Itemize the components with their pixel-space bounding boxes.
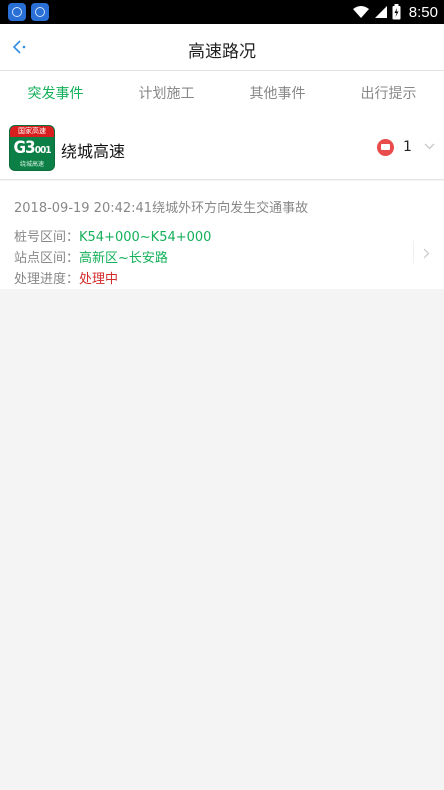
- chevron-down-icon[interactable]: [424, 143, 435, 150]
- chevron-right-icon[interactable]: [423, 248, 430, 259]
- app-header: 高速路况: [0, 24, 444, 71]
- progress-value: 处理中: [79, 272, 119, 287]
- station-label: 站点区间：: [14, 251, 80, 266]
- progress-label: 处理进度：: [14, 272, 80, 287]
- highway-shield-icon: 国家高速 G3001 绕城高速: [9, 125, 55, 171]
- status-bar: 8:50: [0, 0, 444, 24]
- accident-icon: [377, 139, 394, 156]
- progress: 处理进度：处理中: [14, 268, 118, 287]
- tab-planned-construction[interactable]: 计划施工: [111, 71, 222, 117]
- clock: 8:50: [408, 3, 438, 21]
- page-title: 高速路况: [188, 42, 256, 62]
- stake-value: K54+000~K54+000: [79, 230, 212, 245]
- battery-icon: [392, 4, 401, 20]
- shield-code-sub: 001: [34, 145, 52, 156]
- highway-row[interactable]: 国家高速 G3001 绕城高速 绕城高速 1: [0, 117, 444, 180]
- tab-emergency[interactable]: 突发事件: [0, 71, 111, 117]
- event-headline: 2018-09-19 20:42:41绕城外环方向发生交通事故: [14, 201, 309, 216]
- tab-other-events[interactable]: 其他事件: [222, 71, 333, 117]
- event-item[interactable]: 2018-09-19 20:42:41绕城外环方向发生交通事故 桩号区间：K54…: [0, 181, 444, 289]
- app-notification-icon: [8, 3, 26, 21]
- stake-label: 桩号区间：: [14, 230, 80, 245]
- highway-name: 绕城高速: [61, 142, 126, 161]
- station-value: 高新区~长安路: [79, 251, 168, 266]
- app-notification-icon: [31, 3, 49, 21]
- shield-code-main: G3: [13, 138, 36, 158]
- wifi-icon: [352, 6, 369, 18]
- event-count: 1: [403, 139, 412, 155]
- tab-travel-tips[interactable]: 出行提示: [333, 71, 444, 117]
- shield-top-label: 国家高速: [10, 126, 54, 137]
- shield-code: G3001: [10, 138, 54, 158]
- station-range: 站点区间：高新区~长安路: [14, 247, 168, 266]
- divider: [413, 241, 414, 263]
- signal-icon: [374, 6, 387, 18]
- tab-bar: 突发事件 计划施工 其他事件 出行提示: [0, 71, 444, 117]
- shield-bottom-label: 绕城高速: [19, 161, 44, 168]
- stake-range: 桩号区间：K54+000~K54+000: [14, 226, 211, 245]
